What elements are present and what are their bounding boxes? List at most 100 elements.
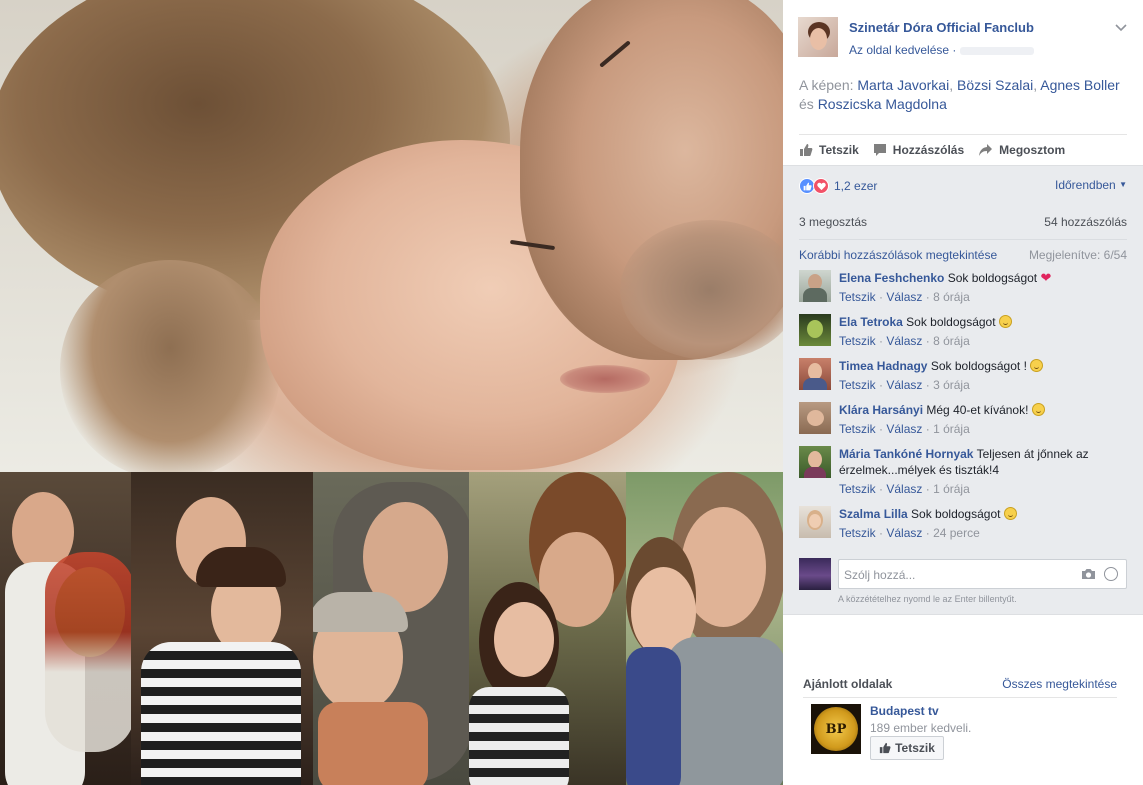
- previous-comments-link[interactable]: Korábbi hozzászólások megtekintése: [799, 248, 997, 262]
- tag-link[interactable]: Marta Javorkai: [857, 77, 949, 93]
- comment-like-link[interactable]: Tetszik: [839, 526, 876, 540]
- share-button[interactable]: Megosztom: [978, 143, 1065, 157]
- post-side-panel: Szinetár Dóra Official Fanclub Az oldal …: [783, 0, 1143, 785]
- comment-meta: Tetszik · Válasz · 24 perce: [839, 526, 980, 540]
- blurred-date: [960, 46, 1035, 55]
- avatar[interactable]: [799, 402, 831, 434]
- like-button[interactable]: Tetszik: [799, 143, 859, 157]
- see-all-link[interactable]: Összes megtekintése: [1002, 677, 1117, 691]
- page-avatar[interactable]: [798, 17, 838, 57]
- comment-reply-link[interactable]: Válasz: [886, 290, 922, 304]
- logo-text: BP: [814, 707, 858, 751]
- post-header: Szinetár Dóra Official Fanclub Az oldal …: [783, 0, 1143, 166]
- comment-text: Ela Tetroka Sok boldogságot: [839, 314, 1129, 330]
- comment-composer: Szólj hozzá...: [799, 557, 1129, 590]
- share-comment-counts: 3 megosztás 54 hozzászólás: [799, 215, 1127, 229]
- comment-text: Elena Feshchenko Sok boldogságot ❤: [839, 270, 1129, 286]
- comment-body: Sok boldogságot !: [930, 359, 1027, 373]
- emoji-icon[interactable]: [1104, 567, 1118, 581]
- comment-reply-link[interactable]: Válasz: [886, 482, 922, 496]
- comment-like-link[interactable]: Tetszik: [839, 482, 876, 496]
- love-reaction-icon: [813, 178, 829, 194]
- comment-text: Szalma Lilla Sok boldogságot: [839, 506, 1129, 522]
- collage-photo-4: [469, 472, 626, 785]
- avatar[interactable]: [799, 446, 831, 478]
- commenter-name[interactable]: Mária Tankóné Hornyak: [839, 447, 973, 461]
- share-arrow-icon: [979, 144, 993, 156]
- commenter-name[interactable]: Timea Hadnagy: [839, 359, 927, 373]
- comment-text: Klára Harsányi Még 40-et kívánok!: [839, 402, 1129, 418]
- reactions-count[interactable]: 1,2 ezer: [834, 179, 877, 193]
- commenter-name[interactable]: Elena Feshchenko: [839, 271, 944, 285]
- comment-like-link[interactable]: Tetszik: [839, 422, 876, 436]
- comment-body: Még 40-et kívánok!: [926, 403, 1029, 417]
- comment-reply-link[interactable]: Válasz: [886, 378, 922, 392]
- post-photo[interactable]: [0, 0, 783, 785]
- like-page-label[interactable]: Az oldal kedvelése ·: [849, 43, 956, 57]
- comment-label: Hozzászólás: [892, 143, 965, 157]
- comment-like-link[interactable]: Tetszik: [839, 378, 876, 392]
- camera-icon[interactable]: [1081, 568, 1096, 580]
- suggested-like-button[interactable]: Tetszik: [870, 736, 944, 760]
- comment-time[interactable]: 8 órája: [933, 334, 970, 348]
- tag-link[interactable]: Agnes Boller: [1040, 77, 1119, 93]
- avatar: [799, 558, 831, 590]
- suggested-page-name[interactable]: Budapest tv: [870, 704, 939, 718]
- comment-placeholder: Szólj hozzá...: [844, 568, 916, 582]
- post-actions: Tetszik Hozzászólás Megosztom: [799, 141, 1079, 159]
- comment-reply-link[interactable]: Válasz: [886, 526, 922, 540]
- comment-time[interactable]: 3 órája: [933, 378, 970, 392]
- sort-dropdown[interactable]: Időrendben ▼: [1055, 178, 1127, 192]
- collage-photo-2: [131, 472, 313, 785]
- comment-meta: Tetszik · Válasz · 1 órája: [839, 482, 970, 496]
- comment-meta: Tetszik · Válasz · 3 órája: [839, 378, 970, 392]
- post-options-chevron-icon[interactable]: [1115, 20, 1127, 35]
- collage-photo-5: [626, 472, 783, 785]
- comment-body: Sok boldogságot: [911, 507, 1001, 521]
- share-label: Megosztom: [999, 143, 1066, 157]
- comments-pager: Korábbi hozzászólások megtekintése Megje…: [799, 248, 1127, 262]
- divider: [799, 134, 1127, 135]
- commenter-name[interactable]: Szalma Lilla: [839, 507, 908, 521]
- comment-button[interactable]: Hozzászólás: [873, 143, 964, 157]
- avatar[interactable]: [799, 270, 831, 302]
- comment-meta: Tetszik · Válasz · 8 órája: [839, 290, 970, 304]
- comment-body: Sok boldogságot: [947, 271, 1038, 285]
- photo-hair-woman-lower: [60, 260, 280, 472]
- caret-down-icon: ▼: [1119, 180, 1127, 189]
- avatar[interactable]: [799, 314, 831, 346]
- shares-count[interactable]: 3 megosztás: [799, 215, 867, 229]
- smile-emoji-icon: [998, 315, 1012, 328]
- composer-hint: A közzétételhez nyomd le az Enter billen…: [838, 594, 1017, 604]
- smile-emoji-icon: [1031, 403, 1045, 416]
- comment-time[interactable]: 24 perce: [933, 526, 980, 540]
- suggested-pages: Ajánlott oldalak Összes megtekintése BP …: [783, 615, 1143, 785]
- budapest-tv-logo[interactable]: BP: [811, 704, 861, 754]
- thumbs-up-icon: [879, 742, 891, 754]
- comment-input[interactable]: Szólj hozzá...: [838, 559, 1127, 589]
- tag-link[interactable]: Bözsi Szalai: [957, 77, 1033, 93]
- like-page-link[interactable]: Az oldal kedvelése ·: [849, 43, 1035, 57]
- comment-reply-link[interactable]: Válasz: [886, 422, 922, 436]
- comment-time[interactable]: 1 órája: [933, 422, 970, 436]
- comment-like-link[interactable]: Tetszik: [839, 290, 876, 304]
- caption-prefix: A képen:: [799, 77, 858, 93]
- divider: [803, 697, 1117, 698]
- comment-time[interactable]: 8 órája: [933, 290, 970, 304]
- comment-meta: Tetszik · Válasz · 8 órája: [839, 334, 970, 348]
- caption-and: és: [799, 96, 818, 112]
- photo-caption: A képen: Marta Javorkai, Bözsi Szalai, A…: [799, 77, 1120, 112]
- tag-link[interactable]: Roszicska Magdolna: [818, 96, 947, 112]
- commenter-name[interactable]: Klára Harsányi: [839, 403, 923, 417]
- commenter-name[interactable]: Ela Tetroka: [839, 315, 903, 329]
- comment-reply-link[interactable]: Válasz: [886, 334, 922, 348]
- avatar[interactable]: [799, 358, 831, 390]
- smile-emoji-icon: [1030, 359, 1044, 372]
- avatar[interactable]: [799, 506, 831, 538]
- comment-time[interactable]: 1 órája: [933, 482, 970, 496]
- comments-count[interactable]: 54 hozzászólás: [1044, 215, 1127, 229]
- comment-like-link[interactable]: Tetszik: [839, 334, 876, 348]
- page-name-link[interactable]: Szinetár Dóra Official Fanclub: [849, 20, 1034, 35]
- heart-emoji-icon: ❤: [1040, 270, 1052, 285]
- photo-lips: [560, 365, 650, 393]
